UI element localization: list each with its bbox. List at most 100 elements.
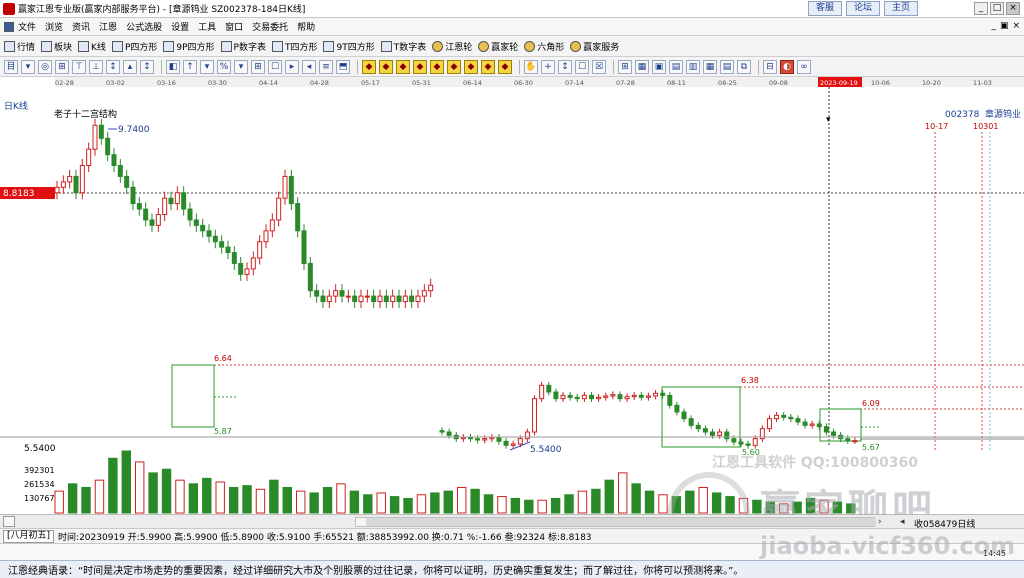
drawing-tool-38-icon[interactable]: ▥ — [686, 59, 700, 74]
candle-body — [79, 165, 85, 194]
toolbar-service-button[interactable]: 赢家服务 — [570, 40, 619, 53]
toolbar-label: 六角形 — [537, 42, 565, 53]
drawing-tool-0-icon[interactable]: 目 — [4, 59, 18, 74]
toolbar-hexagon-button[interactable]: 六角形 — [524, 40, 564, 53]
drawing-tool-24-icon[interactable]: ◆ — [430, 59, 444, 74]
chart-area[interactable]: 02-28 03-02 03-16 03-30 04-14 04-28 05-17 05-31… — [0, 77, 1024, 554]
drawing-tool-40-icon[interactable]: ▤ — [720, 59, 734, 74]
drawing-tool-12-icon[interactable]: % — [217, 59, 231, 74]
drawing-tool-35-icon[interactable]: ▦ — [635, 59, 649, 74]
menu-help[interactable]: 帮助 — [297, 20, 315, 33]
candle-body — [314, 290, 320, 297]
toolbar-blocks-button[interactable]: 板块 — [41, 40, 72, 53]
drawing-tool-1-icon[interactable]: ▾ — [21, 59, 35, 74]
candle-body — [212, 235, 218, 243]
drawing-tool-9-icon[interactable]: ◧ — [166, 59, 180, 74]
drawing-tool-42-icon[interactable]: ⊟ — [763, 59, 777, 74]
drawing-tool-22-icon[interactable]: ◆ — [396, 59, 410, 74]
menu-info[interactable]: 资讯 — [72, 20, 90, 33]
toolbar-table-button[interactable]: P数字表 — [220, 40, 266, 53]
toolbar-grid-button[interactable]: 行情 — [4, 40, 35, 53]
drawing-tool-11-icon[interactable]: ▾ — [200, 59, 214, 74]
toolbar-winner-wheel-button[interactable]: 赢家轮 — [478, 40, 518, 53]
date-tick: 05-31 — [412, 79, 431, 87]
drawing-tool-41-icon[interactable]: ⧉ — [737, 59, 751, 74]
menu-settings[interactable]: 设置 — [171, 20, 189, 33]
drawing-tool-10-icon[interactable]: ↑ — [183, 59, 197, 74]
link-forum[interactable]: 论坛 — [846, 1, 881, 16]
menu-trade[interactable]: 交易委托 — [252, 20, 288, 33]
menu-file[interactable]: 文件 — [18, 20, 36, 33]
toolbar-wheel-button[interactable]: 江恩轮 — [432, 40, 472, 53]
drawing-tool-7-icon[interactable]: ▴ — [123, 59, 137, 74]
drawing-tool-34-icon[interactable]: ⊞ — [618, 59, 632, 74]
close-button[interactable]: × — [1006, 2, 1020, 15]
drawing-tool-5-icon[interactable]: ⊥ — [89, 59, 103, 74]
candle-body — [610, 394, 616, 397]
drawing-tool-2-icon[interactable]: ◎ — [38, 59, 52, 74]
drawing-tool-36-icon[interactable]: ▣ — [652, 59, 666, 74]
candle-body — [200, 224, 206, 232]
menu-gann[interactable]: 江恩 — [99, 20, 117, 33]
toolbar-square-button[interactable]: P四方形 — [111, 40, 157, 53]
drawing-tool-30-icon[interactable]: + — [541, 59, 555, 74]
chart-scrollbar[interactable] — [355, 517, 876, 527]
kline-chart[interactable]: 02-28 03-02 03-16 03-30 04-14 04-28 05-17 05-31… — [0, 77, 1024, 515]
toolbar-square9-button[interactable]: 9P四方形 — [163, 40, 215, 53]
drawing-tool-20-icon[interactable]: ◆ — [362, 59, 376, 74]
drawing-tool-39-icon[interactable]: ▦ — [703, 59, 717, 74]
menu-formula[interactable]: 公式选股 — [126, 20, 162, 33]
link-home[interactable]: 主页 — [884, 1, 919, 16]
drawing-tool-29-icon[interactable]: ✋ — [524, 59, 538, 74]
stock-code-label: 002378 — [945, 110, 980, 120]
child-close-button[interactable]: × — [1012, 21, 1020, 31]
drawing-tool-37-icon[interactable]: ▤ — [669, 59, 683, 74]
drawing-tool-27-icon[interactable]: ◆ — [481, 59, 495, 74]
expand-icon[interactable]: ◂ — [900, 517, 905, 527]
drawing-tool-15-icon[interactable]: ☐ — [268, 59, 282, 74]
drawing-tool-21-icon[interactable]: ◆ — [379, 59, 393, 74]
drawing-tool-23-icon[interactable]: ◆ — [413, 59, 427, 74]
drawing-tool-8-icon[interactable]: ↕ — [140, 59, 154, 74]
drawing-tool-18-icon[interactable]: ≡ — [319, 59, 333, 74]
volume-bar — [832, 501, 843, 514]
scroll-right-icon[interactable]: › — [878, 517, 882, 527]
drawing-tool-25-icon[interactable]: ◆ — [447, 59, 461, 74]
drawing-tool-16-icon[interactable]: ▸ — [285, 59, 299, 74]
menu-browse[interactable]: 浏览 — [45, 20, 63, 33]
menu-window[interactable]: 窗口 — [225, 20, 243, 33]
drawing-tool-19-icon[interactable]: ⬒ — [336, 59, 350, 74]
panel-toggle-button[interactable] — [3, 516, 15, 527]
drawing-tool-28-icon[interactable]: ◆ — [498, 59, 512, 74]
maximize-button[interactable]: □ — [990, 2, 1004, 15]
high-price-label: 9.7400 — [118, 125, 150, 135]
menu-tools[interactable]: 工具 — [198, 20, 216, 33]
toolbar-t-table-button[interactable]: T数字表 — [380, 40, 426, 53]
candle-body — [244, 268, 250, 275]
drawing-tool-44-icon[interactable]: ∞ — [797, 59, 811, 74]
drawing-tool-26-icon[interactable]: ◆ — [464, 59, 478, 74]
toolbar-kline-button[interactable]: K线 — [78, 40, 106, 53]
drawing-tool-6-icon[interactable]: ↕ — [106, 59, 120, 74]
candle-body — [187, 208, 193, 221]
level-label-609: 6.09 — [862, 399, 880, 408]
minimize-button[interactable]: _ — [974, 2, 988, 15]
drawing-tool-3-icon[interactable]: ⊞ — [55, 59, 69, 74]
toolbar-label: 赢家服务 — [583, 42, 620, 53]
drawing-tool-4-icon[interactable]: ⊤ — [72, 59, 86, 74]
drawing-tool-31-icon[interactable]: ↕ — [558, 59, 572, 74]
drawing-tool-33-icon[interactable]: ☒ — [592, 59, 606, 74]
candle-body — [631, 394, 637, 398]
child-minimize-button[interactable]: _ — [991, 21, 996, 31]
drawing-tool-13-icon[interactable]: ▾ — [234, 59, 248, 74]
drawing-tool-14-icon[interactable]: ⊞ — [251, 59, 265, 74]
drawing-tool-17-icon[interactable]: ◂ — [302, 59, 316, 74]
volume-axis-2: 261534 — [24, 480, 55, 489]
link-service[interactable]: 客服 — [808, 1, 843, 16]
toolbar-t-square-button[interactable]: T四方形 — [271, 40, 317, 53]
toolbar-t9-square-button[interactable]: 9T四方形 — [323, 40, 375, 53]
scroll-thumb[interactable] — [366, 518, 876, 526]
drawing-tool-43-icon[interactable]: ◐ — [780, 59, 794, 74]
drawing-tool-32-icon[interactable]: ☐ — [575, 59, 589, 74]
child-restore-button[interactable]: ▣ — [1000, 21, 1009, 31]
